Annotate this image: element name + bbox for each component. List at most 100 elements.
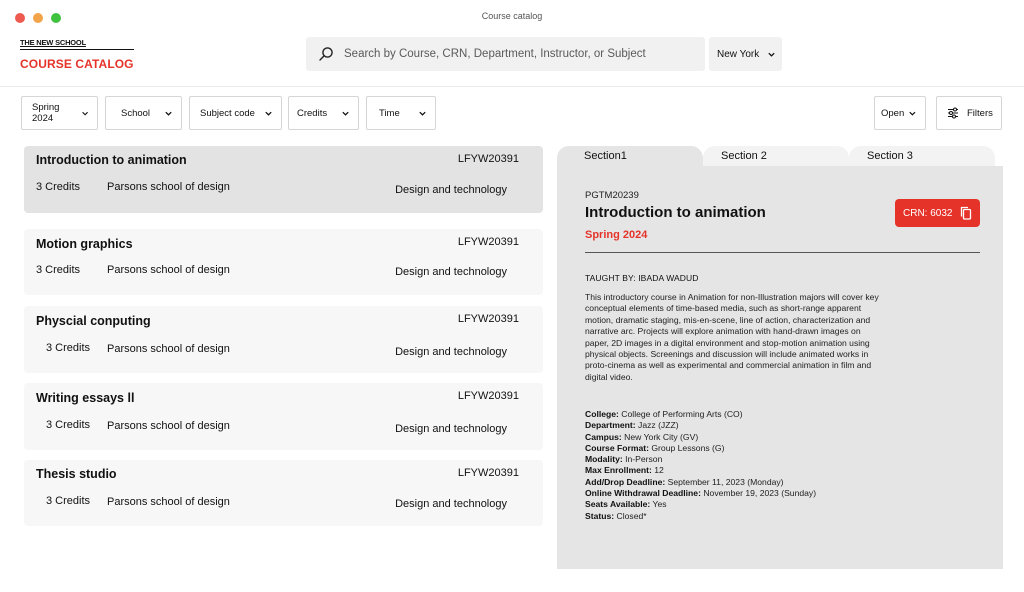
header-divider	[0, 86, 1024, 87]
fact-value: In-Person	[625, 454, 663, 465]
search-icon	[319, 47, 333, 61]
sliders-icon	[948, 107, 958, 119]
fact-row: Modality: In-Person	[585, 454, 975, 465]
fact-value: College of Performing Arts (CO)	[621, 409, 743, 419]
course-department: Design and technology	[395, 423, 507, 435]
fact-label: Modality:	[585, 454, 623, 465]
term-filter-label: Spring 2024	[32, 102, 60, 124]
fact-value: September 11, 2023 (Monday)	[667, 476, 784, 487]
fact-label: College:	[585, 409, 619, 419]
course-credits: 3 Credits	[46, 495, 91, 507]
subject-filter[interactable]: Subject code	[189, 96, 282, 130]
fact-label: Course Format:	[585, 442, 649, 453]
course-title: Introduction to animation	[36, 153, 187, 167]
course-card[interactable]: Introduction to animation LFYW20391 3 Cr…	[24, 146, 543, 213]
course-school: Parsons school of design	[107, 264, 230, 276]
time-filter[interactable]: Time	[366, 96, 436, 130]
course-card[interactable]: Physcial conputing LFYW20391 3 Credits P…	[24, 306, 543, 373]
course-school: Parsons school of design	[107, 420, 230, 432]
course-school: Parsons school of design	[107, 343, 230, 355]
chevron-down-icon	[265, 111, 272, 116]
term-filter[interactable]: Spring 2024	[21, 96, 98, 130]
course-credits: 3 Credits	[36, 264, 81, 276]
fact-row: Add/Drop Deadline: September 11, 2023 (M…	[585, 477, 975, 488]
fact-row: Max Enrollment: 12	[585, 465, 975, 476]
brand-name: THE NEW SCHOOL	[20, 38, 134, 50]
window-titlebar: Course catalog	[0, 0, 1024, 34]
credits-filter[interactable]: Credits	[288, 96, 359, 130]
course-code: LFYW20391	[457, 153, 519, 165]
location-select[interactable]: New York	[709, 37, 782, 71]
fact-label: Max Enrollment:	[585, 465, 652, 476]
chevron-down-icon	[419, 111, 426, 116]
detail-course-title: Introduction to animation	[585, 204, 766, 221]
brand-logo[interactable]: THE NEW SCHOOL COURSE CATALOG	[20, 38, 134, 71]
status-filter[interactable]: Open	[874, 96, 926, 130]
fact-value: New York City (GV)	[624, 431, 699, 442]
course-department: Design and technology	[395, 266, 507, 278]
fact-row: Department: Jazz (JZZ)	[585, 420, 975, 431]
fact-row: Online Withdrawal Deadline: November 19,…	[585, 488, 975, 499]
time-filter-label: Time	[379, 107, 400, 119]
course-card[interactable]: Motion graphics LFYW20391 3 Credits Pars…	[24, 229, 543, 295]
status-filter-label: Open	[881, 107, 905, 119]
course-credits: 3 Credits	[46, 419, 91, 431]
course-facts: College: College of Performing Arts (CO)…	[585, 409, 975, 522]
course-card[interactable]: Writing essays ll LFYW20391 3 Credits Pa…	[24, 383, 543, 450]
detail-term: Spring 2024	[585, 229, 648, 241]
course-department: Design and technology	[395, 498, 507, 510]
chevron-down-icon	[768, 52, 775, 57]
fact-value: Yes	[652, 499, 667, 510]
fact-value: Closed*	[616, 510, 647, 521]
course-school: Parsons school of design	[107, 181, 230, 193]
course-code: LFYW20391	[457, 467, 519, 479]
fact-value: Group Lessons (G)	[651, 442, 725, 453]
course-credits: 3 Credits	[36, 181, 81, 193]
school-filter-label: School	[121, 107, 151, 119]
copy-icon	[961, 206, 972, 220]
detail-divider	[585, 252, 980, 253]
fact-label: Add/Drop Deadline:	[585, 476, 666, 487]
crn-label: CRN: 6032	[903, 207, 953, 219]
fact-row: Seats Available: Yes	[585, 499, 975, 510]
chevron-down-icon	[165, 111, 172, 116]
fact-row: College: College of Performing Arts (CO)	[585, 409, 975, 420]
fact-label: Department:	[585, 420, 636, 431]
tab-section-1[interactable]: Section1	[557, 146, 703, 167]
window-title: Course catalog	[481, 11, 543, 21]
credits-filter-label: Credits	[297, 107, 328, 119]
fact-row: Course Format: Group Lessons (G)	[585, 443, 975, 454]
detail-course-code: PGTM20239	[585, 190, 639, 201]
chevron-down-icon	[909, 111, 916, 116]
course-code: LFYW20391	[457, 390, 519, 402]
course-title: Thesis studio	[36, 467, 117, 481]
course-title: Writing essays ll	[36, 391, 135, 405]
course-title: Physcial conputing	[36, 314, 151, 328]
chevron-down-icon	[342, 111, 349, 116]
fact-value: 12	[654, 465, 664, 476]
instructor-label: TAUGHT BY: IBADA WADUD	[585, 273, 699, 283]
course-code: LFYW20391	[457, 236, 519, 248]
crn-copy-button[interactable]: CRN: 6032	[895, 199, 980, 227]
fact-value: Jazz (JZZ)	[638, 420, 679, 431]
more-filters-label: Filters	[967, 107, 993, 119]
search-input[interactable]	[344, 48, 684, 60]
course-code: LFYW20391	[457, 313, 519, 325]
tab-section-3[interactable]: Section 3	[849, 146, 995, 167]
fact-label: Online Withdrawal Deadline:	[585, 488, 701, 499]
fact-label: Seats Available:	[585, 499, 651, 510]
more-filters-button[interactable]: Filters	[936, 96, 1002, 130]
course-card[interactable]: Thesis studio LFYW20391 3 Credits Parson…	[24, 460, 543, 526]
subject-filter-label: Subject code	[200, 107, 255, 119]
tab-section-2[interactable]: Section 2	[703, 146, 849, 167]
search-bar	[306, 37, 705, 71]
fact-row: Campus: New York City (GV)	[585, 432, 975, 443]
course-department: Design and technology	[395, 184, 507, 196]
course-credits: 3 Credits	[46, 342, 91, 354]
school-filter[interactable]: School	[105, 96, 182, 130]
location-value: New York	[717, 48, 760, 60]
brand-subtitle: COURSE CATALOG	[20, 57, 134, 71]
chevron-down-icon	[82, 111, 88, 116]
course-description: This introductory course in Animation fo…	[585, 292, 879, 382]
course-title: Motion graphics	[36, 237, 133, 251]
